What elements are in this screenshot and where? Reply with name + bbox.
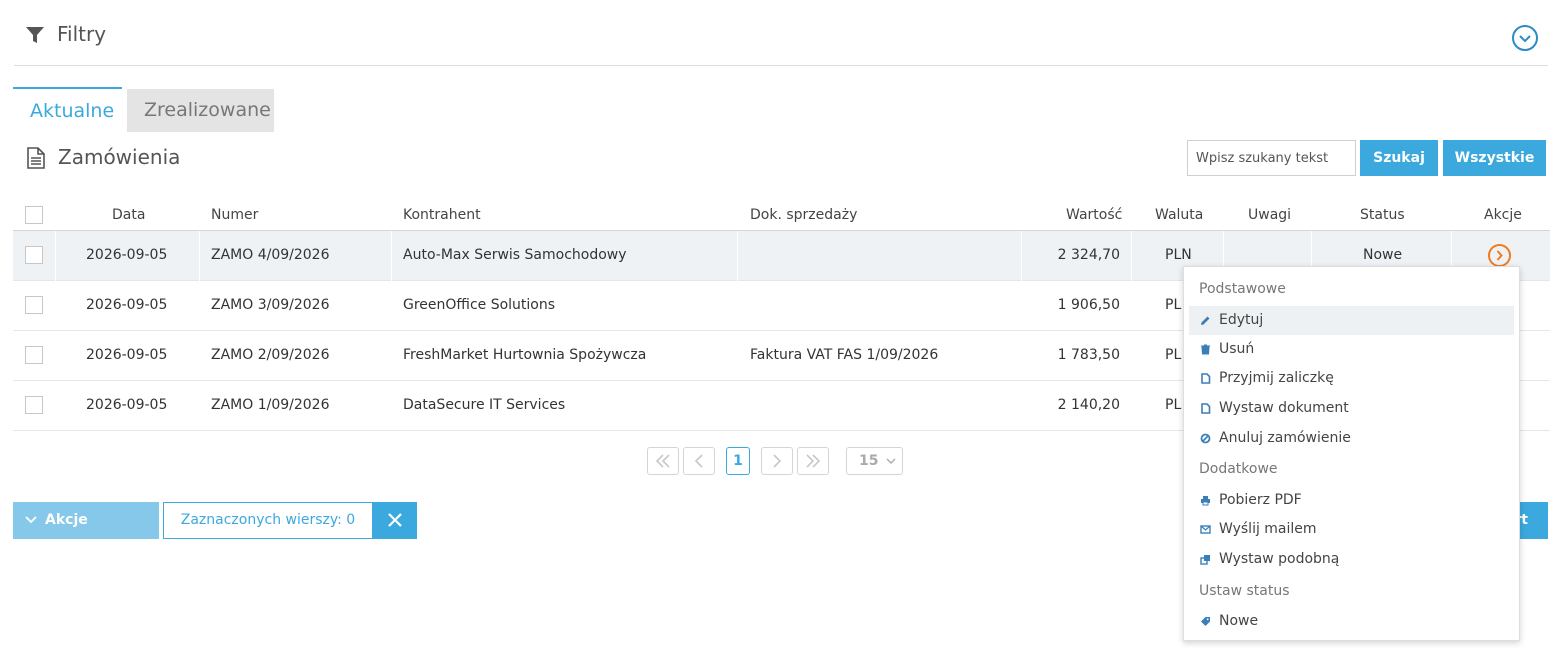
document-icon: [26, 147, 46, 173]
page-number-current[interactable]: 1: [726, 447, 750, 475]
ban-icon: [1200, 433, 1211, 444]
filters-panel[interactable]: Filtry: [14, 0, 1548, 66]
row-checkbox[interactable]: [25, 296, 43, 314]
cell-number: ZAMO 1/09/2026: [211, 397, 330, 413]
show-all-button[interactable]: Wszystkie: [1443, 140, 1546, 176]
cell-number: ZAMO 2/09/2026: [211, 347, 330, 363]
menu-item-status-nowe[interactable]: Nowe: [1189, 607, 1514, 636]
bulk-actions-button[interactable]: Akcje grupowe: [13, 502, 159, 565]
cell-contractor: FreshMarket Hurtownia Spożywcza: [403, 347, 647, 363]
menu-item-pobierz-pdf[interactable]: Pobierz PDF: [1189, 486, 1514, 515]
column-header-uwagi[interactable]: Uwagi: [1248, 207, 1291, 223]
cell-contractor: GreenOffice Solutions: [403, 297, 556, 313]
cell-contractor: Auto-Max Serwis Samochodowy: [403, 247, 627, 263]
close-icon: [388, 513, 402, 527]
menu-group-header: Podstawowe: [1199, 281, 1286, 297]
column-header-akcje: Akcje: [1484, 207, 1522, 223]
cell-value: 1 783,50: [1057, 347, 1120, 363]
select-all-checkbox[interactable]: [25, 206, 43, 224]
tag-icon: [1201, 617, 1210, 626]
cell-currency: PLN: [1165, 247, 1192, 263]
search-button[interactable]: Szukaj: [1360, 140, 1438, 176]
copy-icon: [1200, 555, 1210, 565]
row-checkbox[interactable]: [25, 396, 43, 414]
search-input[interactable]: [1187, 140, 1356, 176]
filters-title: Filtry: [57, 22, 107, 46]
cell-value: 1 906,50: [1057, 297, 1120, 313]
menu-item-wystaw-podobna[interactable]: Wystaw podobną: [1189, 545, 1514, 574]
cell-status: Nowe: [1363, 247, 1403, 263]
menu-group-header: Dodatkowe: [1199, 461, 1278, 477]
envelope-icon: [1200, 525, 1211, 534]
cell-date: 2026-09-05: [86, 397, 168, 413]
cell-value: 2 324,70: [1057, 247, 1120, 263]
cell-date: 2026-09-05: [86, 347, 168, 363]
expand-filters-icon[interactable]: [1512, 25, 1538, 51]
column-header-data[interactable]: Data: [112, 207, 145, 223]
document-icon: [1201, 403, 1211, 414]
tab-zrealizowane[interactable]: Zrealizowane: [127, 89, 274, 132]
column-header-kontrahent[interactable]: Kontrahent: [403, 207, 481, 223]
bulk-actions-label: Akcje grupowe: [45, 512, 114, 565]
menu-item-wyslij-mailem[interactable]: Wyślij mailem: [1189, 515, 1514, 544]
clear-selection-button[interactable]: [373, 502, 417, 539]
filter-icon: [26, 27, 44, 48]
menu-item-wystaw-dokument[interactable]: Wystaw dokument: [1189, 394, 1514, 423]
column-header-numer[interactable]: Numer: [211, 207, 258, 223]
trash-icon: [1201, 344, 1210, 355]
cell-sales-doc: Faktura VAT FAS 1/09/2026: [750, 347, 939, 363]
pagination: [0, 447, 1, 475]
column-header-waluta[interactable]: Waluta: [1155, 207, 1203, 223]
cell-currency: PL: [1165, 397, 1182, 413]
printer-icon: [1201, 496, 1210, 506]
row-actions-button[interactable]: [1488, 244, 1511, 267]
tab-aktualne[interactable]: Aktualne: [13, 87, 122, 132]
cell-value: 2 140,20: [1057, 397, 1120, 413]
pencil-icon: [1201, 316, 1210, 325]
menu-group-header: Ustaw status: [1199, 583, 1290, 599]
cell-currency: PL: [1165, 347, 1182, 363]
cell-contractor: DataSecure IT Services: [403, 397, 566, 413]
table-header: Data Numer Kontrahent Dok. sprzedaży War…: [13, 200, 1550, 231]
selected-rows-count: Zaznaczonych wierszy: 0: [163, 502, 373, 539]
cell-currency: PL: [1165, 297, 1182, 313]
prev-page-button[interactable]: [683, 447, 715, 475]
column-header-wartosc[interactable]: Wartość: [1066, 207, 1122, 223]
column-header-status[interactable]: Status: [1360, 207, 1405, 223]
cell-date: 2026-09-05: [86, 297, 168, 313]
document-icon: [1201, 373, 1211, 384]
page-size-select[interactable]: 15: [846, 447, 903, 475]
cell-date: 2026-09-05: [86, 247, 168, 263]
menu-item-edytuj[interactable]: Edytuj: [1189, 306, 1514, 335]
last-page-button[interactable]: [797, 447, 829, 475]
row-checkbox[interactable]: [25, 246, 43, 264]
page-title: Zamówienia: [58, 145, 181, 169]
menu-item-usun[interactable]: Usuń: [1189, 335, 1514, 364]
cell-number: ZAMO 3/09/2026: [211, 297, 330, 313]
row-actions-menu: Podstawowe Edytuj Usuń Przyjmij zaliczkę…: [1183, 266, 1520, 641]
column-header-dok-sprzedazy[interactable]: Dok. sprzedaży: [750, 207, 857, 223]
chevron-down-icon: [886, 458, 896, 464]
page-size-value: 15: [859, 453, 879, 469]
cell-number: ZAMO 4/09/2026: [211, 247, 330, 263]
menu-item-anuluj-zamowienie[interactable]: Anuluj zamówienie: [1189, 424, 1514, 453]
row-checkbox[interactable]: [25, 346, 43, 364]
first-page-button[interactable]: [647, 447, 679, 475]
chevron-down-icon: [25, 516, 37, 524]
next-page-button[interactable]: [761, 447, 793, 475]
menu-item-przyjmij-zaliczke[interactable]: Przyjmij zaliczkę: [1189, 364, 1514, 393]
